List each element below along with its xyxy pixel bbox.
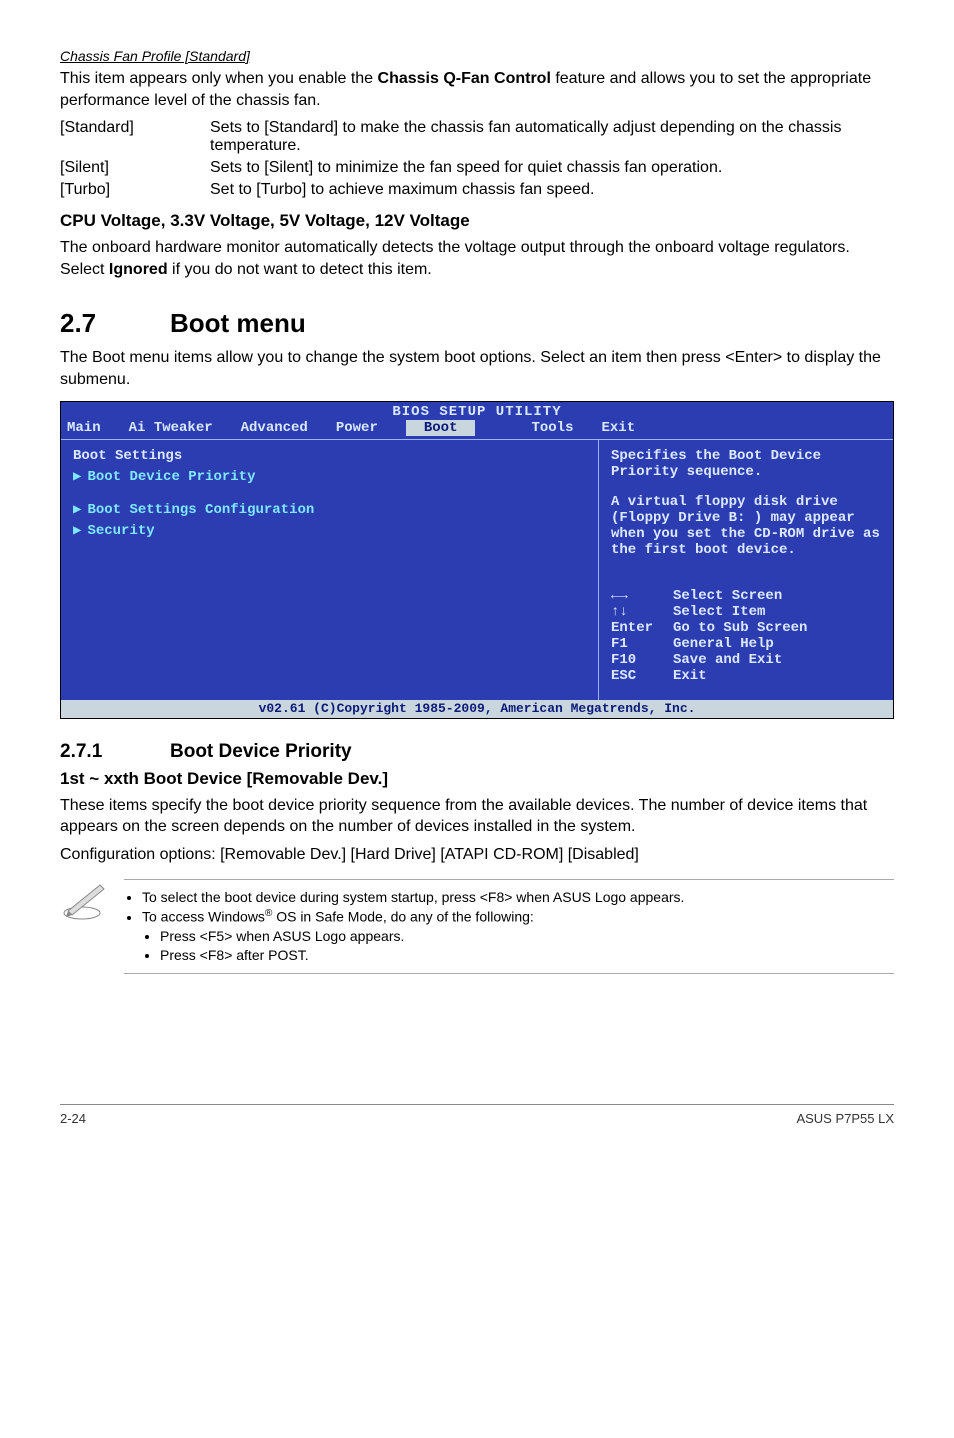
bios-menu-tools: Tools [531, 420, 573, 436]
bios-key-row: ESCExit [611, 668, 881, 684]
note-sub-1: Press <F5> when ASUS Logo appears. [160, 927, 894, 946]
option-val: Sets to [Silent] to minimize the fan spe… [210, 157, 894, 179]
note-content: To select the boot device during system … [124, 879, 894, 973]
boot-menu-heading: 2.7Boot menu [60, 308, 894, 339]
bios-left-item-label: Security [87, 523, 154, 539]
bios-key: F10 [611, 652, 673, 668]
footer-line: 2-24 ASUS P7P55 LX [60, 1104, 894, 1126]
bios-menu-main: Main [67, 420, 101, 436]
bios-menu-ai-tweaker: Ai Tweaker [129, 420, 213, 436]
table-row: [Silent] Sets to [Silent] to minimize th… [60, 157, 894, 179]
bios-menubar: Main Ai Tweaker Advanced Power Boot Tool… [61, 420, 893, 440]
note-bullet-2: To access Windows® OS in Safe Mode, do a… [142, 907, 894, 964]
footer-page-number: 2-24 [60, 1111, 86, 1126]
chassis-fan-profile-heading: Chassis Fan Profile [Standard] [60, 48, 894, 64]
note-b2-a: To access Windows [142, 909, 265, 925]
table-row: [Standard] Sets to [Standard] to make th… [60, 117, 894, 157]
boot-priority-body: These items specify the boot device prio… [60, 795, 894, 838]
bios-left-pane: Boot Settings ▶ Boot Device Priority ▶ Boo… [61, 440, 599, 700]
section-number: 2.7 [60, 308, 170, 339]
chassis-fan-intro: This item appears only when you enable t… [60, 68, 894, 111]
bios-menu-power: Power [336, 420, 378, 436]
bios-left-item-label: Boot Settings Configuration [87, 502, 314, 518]
cpu-voltage-body-b: if you do not want to detect this item. [168, 261, 432, 278]
note-bullet-1: To select the boot device during system … [142, 888, 894, 907]
subsection-title: Boot Device Priority [170, 741, 352, 762]
bios-key-row: ←→Select Screen [611, 588, 881, 604]
option-key: [Turbo] [60, 179, 210, 201]
note-sub-2: Press <F8> after POST. [160, 946, 894, 965]
bios-key-desc: Go to Sub Screen [673, 620, 807, 636]
bios-item-security: ▶ Security [73, 522, 586, 539]
cpu-voltage-body: The onboard hardware monitor automatical… [60, 237, 894, 280]
bios-key: ←→ [611, 588, 673, 604]
bios-screenshot: BIOS SETUP UTILITY Main Ai Tweaker Advan… [60, 401, 894, 719]
bios-key-desc: Exit [673, 668, 707, 684]
bios-help-top: Specifies the Boot Device Priority seque… [611, 448, 881, 480]
bios-key-desc: Save and Exit [673, 652, 782, 668]
boot-menu-intro: The Boot menu items allow you to change … [60, 347, 894, 390]
boot-priority-heading: 2.7.1Boot Device Priority [60, 741, 894, 763]
intro-text-bold: Chassis Q-Fan Control [378, 70, 551, 87]
bios-key: Enter [611, 620, 673, 636]
bios-left-header: Boot Settings [73, 448, 586, 464]
section-title: Boot menu [170, 308, 306, 338]
page-root: Chassis Fan Profile [Standard] This item… [0, 0, 954, 1156]
triangle-icon: ▶ [73, 523, 81, 539]
triangle-icon: ▶ [73, 469, 81, 485]
bios-help-mid: A virtual floppy disk drive (Floppy Driv… [611, 494, 881, 558]
triangle-icon: ▶ [73, 502, 81, 518]
note-b2-b: OS in Safe Mode, do any of the following… [272, 909, 534, 925]
bios-key-row: ↑↓Select Item [611, 604, 881, 620]
bios-right-pane: Specifies the Boot Device Priority seque… [599, 440, 893, 700]
page-footer: 2-24 ASUS P7P55 LX [60, 1104, 894, 1126]
bios-key-desc: Select Screen [673, 588, 782, 604]
chassis-fan-profile-section: Chassis Fan Profile [Standard] This item… [60, 48, 894, 201]
table-row: [Turbo] Set to [Turbo] to achieve maximu… [60, 179, 894, 201]
intro-text-a: This item appears only when you enable t… [60, 70, 378, 87]
bios-key-desc: Select Item [673, 604, 765, 620]
bios-key-row: EnterGo to Sub Screen [611, 620, 881, 636]
bios-key-row: F1General Help [611, 636, 881, 652]
bios-key: ↑↓ [611, 604, 673, 620]
bios-menu-boot-active: Boot [406, 420, 476, 436]
bios-menu-exit: Exit [601, 420, 635, 436]
footer-product: ASUS P7P55 LX [796, 1111, 894, 1126]
bios-menu-advanced: Advanced [241, 420, 308, 436]
fan-option-table: [Standard] Sets to [Standard] to make th… [60, 117, 894, 201]
boot-priority-config: Configuration options: [Removable Dev.] … [60, 844, 894, 866]
first-boot-device-heading: 1st ~ xxth Boot Device [Removable Dev.] [60, 769, 894, 789]
bios-title: BIOS SETUP UTILITY [61, 402, 893, 420]
bios-key-desc: General Help [673, 636, 774, 652]
bios-key-row: F10Save and Exit [611, 652, 881, 668]
cpu-voltage-heading: CPU Voltage, 3.3V Voltage, 5V Voltage, 1… [60, 211, 894, 231]
note-block: To select the boot device during system … [60, 879, 894, 973]
subsection-number: 2.7.1 [60, 741, 170, 763]
option-key: [Standard] [60, 117, 210, 157]
bios-left-item-label: Boot Device Priority [87, 469, 255, 485]
pencil-icon [60, 879, 110, 921]
bios-item-boot-device-priority: ▶ Boot Device Priority [73, 468, 586, 485]
bios-body: Boot Settings ▶ Boot Device Priority ▶ Boo… [61, 440, 893, 700]
bios-key: F1 [611, 636, 673, 652]
option-val: Sets to [Standard] to make the chassis f… [210, 117, 894, 157]
cpu-voltage-bold: Ignored [109, 261, 168, 278]
option-val: Set to [Turbo] to achieve maximum chassi… [210, 179, 894, 201]
bios-key-help: ←→Select Screen ↑↓Select Item EnterGo to… [611, 588, 881, 684]
option-key: [Silent] [60, 157, 210, 179]
bios-item-boot-settings-config: ▶ Boot Settings Configuration [73, 501, 586, 518]
bios-key: ESC [611, 668, 673, 684]
bios-footer: v02.61 (C)Copyright 1985-2009, American … [61, 700, 893, 718]
